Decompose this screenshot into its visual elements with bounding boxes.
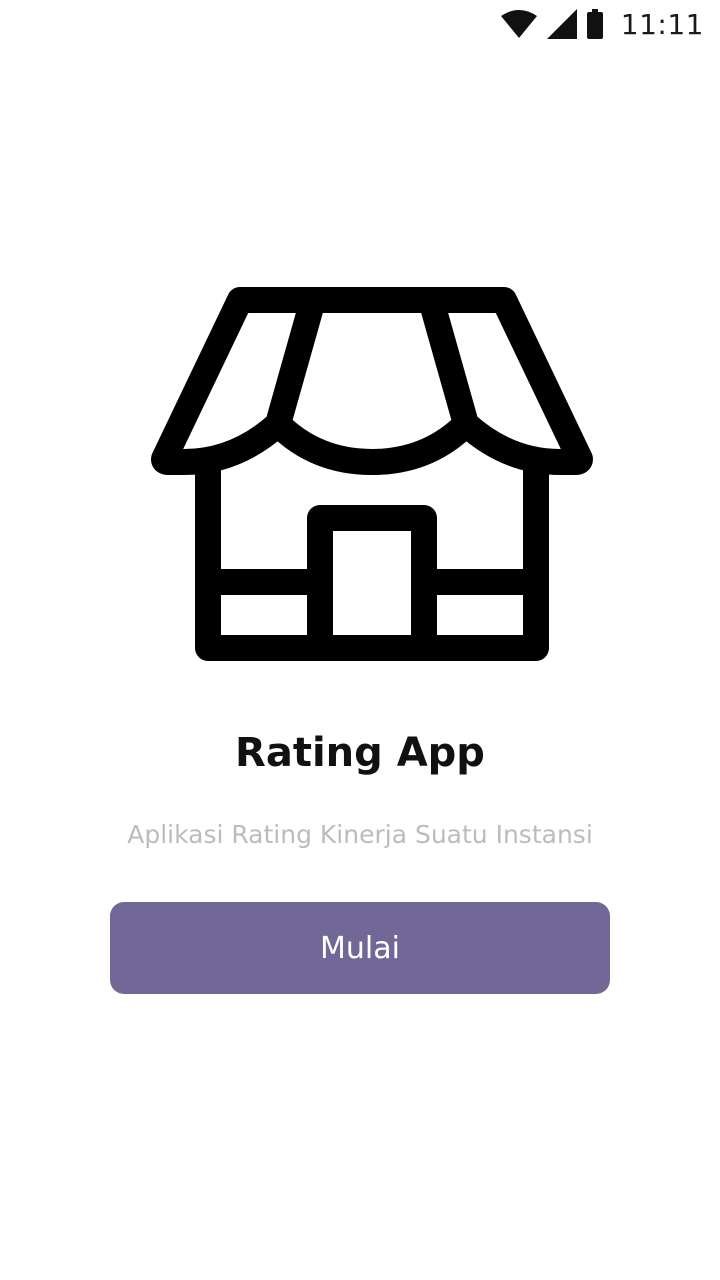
wifi-icon xyxy=(500,10,537,38)
battery-icon xyxy=(586,9,603,39)
status-time: 11:11 xyxy=(620,7,704,41)
start-button[interactable]: Mulai xyxy=(110,902,610,994)
status-bar: 11:11 xyxy=(0,0,720,48)
app-subtitle: Aplikasi Rating Kinerja Suatu Instansi xyxy=(127,820,593,849)
app-title: Rating App xyxy=(235,730,485,776)
status-icons: 11:11 xyxy=(500,6,704,42)
cell-signal-icon xyxy=(546,9,577,39)
splash-screen: 11:11 Rating App Aplikasi Rating Kinerja… xyxy=(0,0,720,1280)
store-icon xyxy=(148,284,596,664)
